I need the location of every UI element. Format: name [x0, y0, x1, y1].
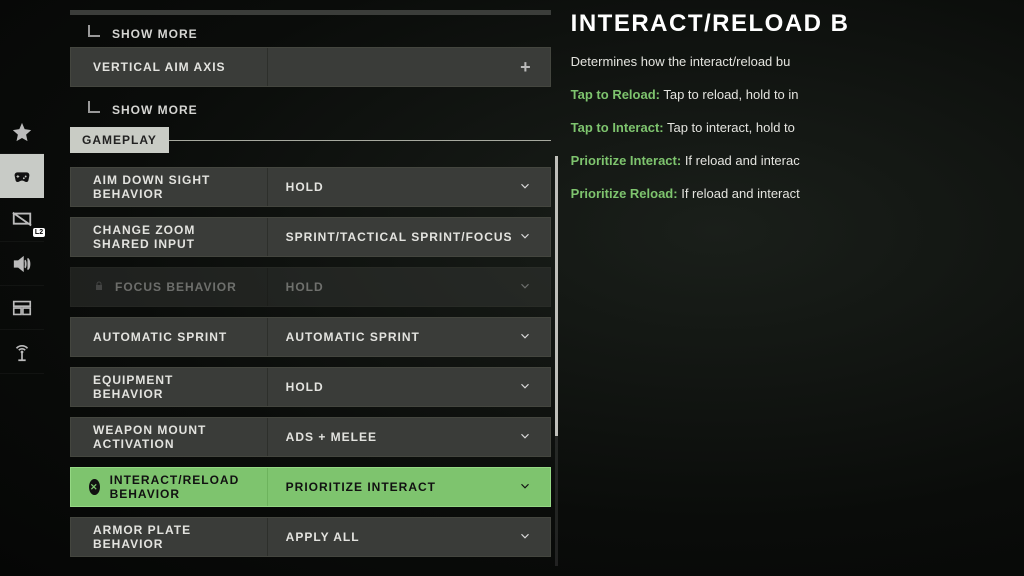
row-label: CHANGE ZOOM SHARED INPUT	[93, 223, 245, 251]
row-value: ADS + MELEE	[286, 430, 377, 444]
chevron-down-icon[interactable]	[518, 479, 532, 496]
chevron-down-icon[interactable]	[518, 229, 532, 246]
corner-icon	[88, 101, 100, 113]
sidebar-item-display[interactable]: L2	[0, 198, 44, 242]
row-value: PRIORITIZE INTERACT	[286, 480, 436, 494]
sidebar-item-network[interactable]	[0, 330, 44, 374]
section-chip: GAMEPLAY	[70, 127, 169, 153]
controller-icon	[11, 165, 33, 187]
row-value: APPLY ALL	[286, 530, 360, 544]
sidebar-item-audio[interactable]	[0, 242, 44, 286]
lock-icon	[93, 280, 105, 295]
row-change-zoom[interactable]: CHANGE ZOOM SHARED INPUT SPRINT/TACTICAL…	[70, 217, 551, 257]
row-armor-plate[interactable]: ARMOR PLATE BEHAVIOR APPLY ALL	[70, 517, 551, 557]
desc-item-prioritize-reload: Prioritize Reload: If reload and interac…	[571, 186, 1024, 201]
row-label: AUTOMATIC SPRINT	[93, 330, 227, 344]
chevron-down-icon[interactable]	[518, 429, 532, 446]
star-icon	[11, 121, 33, 143]
speaker-icon	[11, 253, 33, 275]
section-header-gameplay: GAMEPLAY	[70, 127, 551, 153]
sidebar-item-favorites[interactable]	[0, 110, 44, 154]
row-label: ARMOR PLATE BEHAVIOR	[93, 523, 245, 551]
row-label: AIM DOWN SIGHT BEHAVIOR	[93, 173, 245, 201]
desc-item-prioritize-interact: Prioritize Interact: If reload and inter…	[571, 153, 1024, 168]
section-line	[169, 140, 551, 141]
row-value: HOLD	[286, 180, 324, 194]
monitor-icon	[11, 209, 33, 231]
row-value: SPRINT/TACTICAL SPRINT/FOCUS	[286, 230, 513, 244]
divider	[70, 10, 551, 15]
chevron-down-icon	[518, 279, 532, 296]
chevron-down-icon[interactable]	[518, 329, 532, 346]
row-vertical-aim-axis[interactable]: VERTICAL AIM AXIS +	[70, 47, 551, 87]
settings-panel: SHOW MORE VERTICAL AIM AXIS + SHOW MORE …	[44, 0, 561, 576]
sidebar-item-interface[interactable]	[0, 286, 44, 330]
show-more-1[interactable]: SHOW MORE	[70, 21, 551, 47]
row-interact-reload[interactable]: ✕ INTERACT/RELOAD BEHAVIOR PRIORITIZE IN…	[70, 467, 551, 507]
row-value: HOLD	[286, 380, 324, 394]
corner-icon	[88, 25, 100, 37]
description-panel: INTERACT/RELOAD B Determines how the int…	[561, 0, 1024, 576]
row-value: AUTOMATIC SPRINT	[286, 330, 420, 344]
scrollbar-thumb[interactable]	[555, 156, 558, 436]
row-value: HOLD	[286, 280, 324, 294]
description-title: INTERACT/RELOAD B	[571, 10, 1024, 38]
row-weapon-mount[interactable]: WEAPON MOUNT ACTIVATION ADS + MELEE	[70, 417, 551, 457]
row-label: INTERACT/RELOAD BEHAVIOR	[110, 473, 245, 501]
desc-item-tap-reload: Tap to Reload: Tap to reload, hold to in	[571, 87, 1024, 102]
sidebar-item-controller[interactable]	[0, 154, 44, 198]
antenna-icon	[11, 341, 33, 363]
show-more-2[interactable]: SHOW MORE	[70, 97, 551, 123]
row-label: WEAPON MOUNT ACTIVATION	[93, 423, 245, 451]
row-aim-down-sight[interactable]: AIM DOWN SIGHT BEHAVIOR HOLD	[70, 167, 551, 207]
show-more-label: SHOW MORE	[112, 27, 198, 41]
row-focus-behavior: FOCUS BEHAVIOR HOLD	[70, 267, 551, 307]
row-label: VERTICAL AIM AXIS	[93, 60, 226, 74]
plus-icon[interactable]: +	[520, 57, 532, 78]
chevron-down-icon[interactable]	[518, 379, 532, 396]
row-label: EQUIPMENT BEHAVIOR	[93, 373, 245, 401]
show-more-label: SHOW MORE	[112, 103, 198, 117]
row-equipment-behavior[interactable]: EQUIPMENT BEHAVIOR HOLD	[70, 367, 551, 407]
row-label: FOCUS BEHAVIOR	[115, 280, 237, 294]
chevron-down-icon[interactable]	[518, 529, 532, 546]
x-button-icon: ✕	[89, 479, 100, 495]
description-subtitle: Determines how the interact/reload bu	[571, 54, 1024, 69]
layout-icon	[11, 297, 33, 319]
sidebar: L2	[0, 0, 44, 576]
desc-item-tap-interact: Tap to Interact: Tap to interact, hold t…	[571, 120, 1024, 135]
chevron-down-icon[interactable]	[518, 179, 532, 196]
row-automatic-sprint[interactable]: AUTOMATIC SPRINT AUTOMATIC SPRINT	[70, 317, 551, 357]
